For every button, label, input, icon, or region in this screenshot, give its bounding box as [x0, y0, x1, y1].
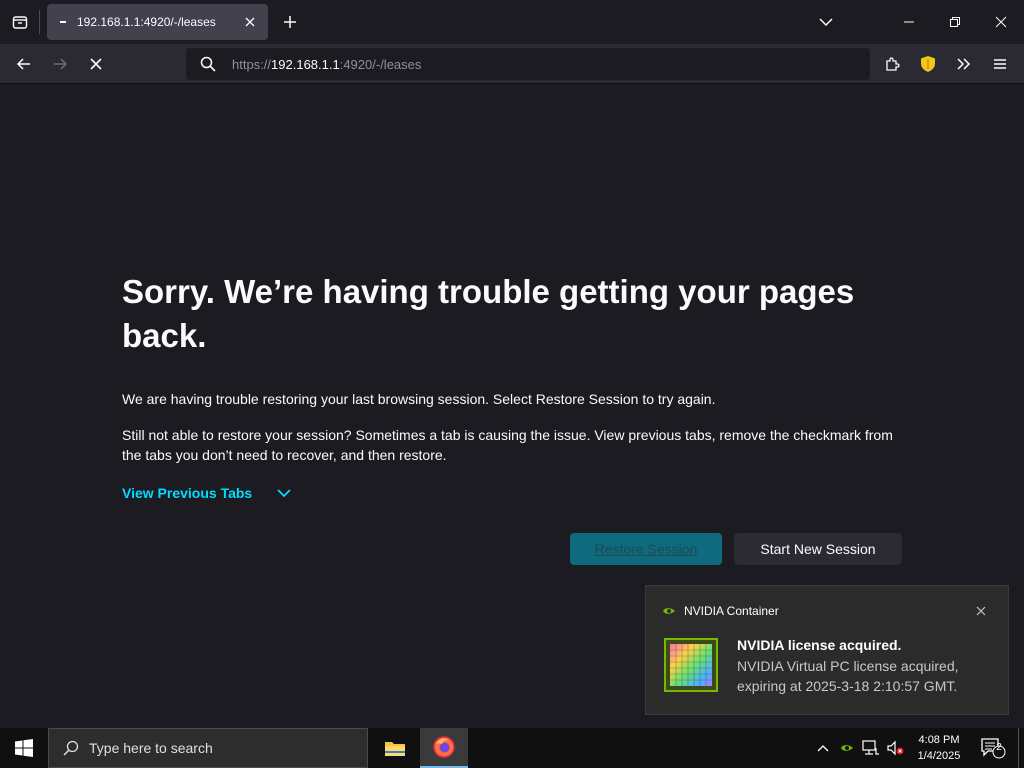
restore-window-icon[interactable]	[932, 0, 978, 44]
restore-session-button[interactable]: Restore Session	[570, 533, 722, 565]
nvidia-tray-icon[interactable]	[837, 738, 857, 758]
windows-start-icon[interactable]	[0, 728, 48, 768]
tab-separator	[39, 10, 40, 34]
tab-strip: 192.168.1.1:4920/-/leases	[0, 0, 1024, 44]
view-previous-tabs-toggle[interactable]: View Previous Tabs	[122, 485, 292, 501]
clock-date: 1/4/2025	[917, 750, 961, 762]
toast-heading: NVIDIA license acquired.	[737, 637, 902, 653]
taskbar-clock[interactable]: 4:08 PM 1/4/2025	[908, 732, 970, 764]
back-arrow-icon[interactable]	[10, 50, 38, 78]
toast-app-name: NVIDIA Container	[684, 604, 779, 618]
extensions-puzzle-icon[interactable]	[878, 50, 906, 78]
restore-description: We are having trouble restoring your las…	[122, 391, 716, 407]
gpu-chip-icon	[664, 638, 718, 692]
taskbar-search-box[interactable]: Type here to search	[48, 728, 368, 768]
network-icon[interactable]	[861, 738, 881, 758]
start-new-session-button[interactable]: Start New Session	[734, 533, 902, 565]
notification-count-badge: 2	[996, 742, 1002, 753]
url-text: https://192.168.1.1:4920/-/leases	[232, 57, 421, 72]
windows-taskbar: Type here to search 4:08 PM 1/4/2025 2	[0, 728, 1024, 768]
url-bar[interactable]: https://192.168.1.1:4920/-/leases	[186, 48, 870, 80]
page-title: Sorry. We’re having trouble getting your…	[122, 273, 855, 354]
nvidia-toast-notification[interactable]: NVIDIA Container NVIDIA license acquired…	[645, 585, 1009, 715]
loading-dot-icon	[59, 18, 67, 26]
chevron-down-icon	[277, 489, 291, 498]
firefox-app-icon[interactable]	[420, 728, 468, 768]
url-scheme: https://	[232, 56, 272, 72]
search-icon	[198, 54, 218, 74]
taskbar-search-placeholder: Type here to search	[89, 740, 213, 756]
stop-loading-icon[interactable]	[82, 50, 110, 78]
close-tab-icon[interactable]	[238, 10, 262, 34]
file-explorer-icon[interactable]	[371, 728, 419, 768]
url-path: :4920/-/leases	[339, 56, 422, 72]
show-desktop-button[interactable]	[1018, 728, 1024, 768]
close-icon[interactable]	[972, 602, 990, 620]
toast-app-header: NVIDIA Container	[662, 604, 779, 618]
tab-active[interactable]: 192.168.1.1:4920/-/leases	[47, 4, 268, 40]
search-icon	[63, 740, 79, 756]
action-center-icon[interactable]: 2	[978, 734, 1008, 762]
close-window-icon[interactable]	[978, 0, 1024, 44]
clock-time: 4:08 PM	[918, 734, 960, 746]
toast-body: NVIDIA Virtual PC license acquired, expi…	[737, 658, 959, 694]
minimize-icon[interactable]	[886, 0, 932, 44]
forward-arrow-icon[interactable]	[46, 50, 74, 78]
more-tools-chevrons-icon[interactable]	[950, 50, 978, 78]
tray-overflow-chevron-icon[interactable]	[813, 738, 833, 758]
new-tab-icon[interactable]	[278, 10, 302, 34]
tab-title: 192.168.1.1:4920/-/leases	[77, 15, 216, 29]
nvidia-logo-icon	[663, 608, 675, 614]
hamburger-menu-icon[interactable]	[986, 50, 1014, 78]
shield-extension-icon[interactable]	[914, 50, 942, 78]
view-previous-tabs-label: View Previous Tabs	[122, 485, 253, 501]
restore-help-text: Still not able to restore your session? …	[122, 427, 893, 463]
navigation-toolbar: https://192.168.1.1:4920/-/leases	[0, 44, 1024, 84]
url-host: 192.168.1.1	[271, 56, 340, 72]
firefox-view-icon[interactable]	[8, 10, 32, 34]
list-all-tabs-chevron-icon[interactable]	[814, 10, 838, 34]
volume-muted-icon[interactable]	[885, 738, 905, 758]
